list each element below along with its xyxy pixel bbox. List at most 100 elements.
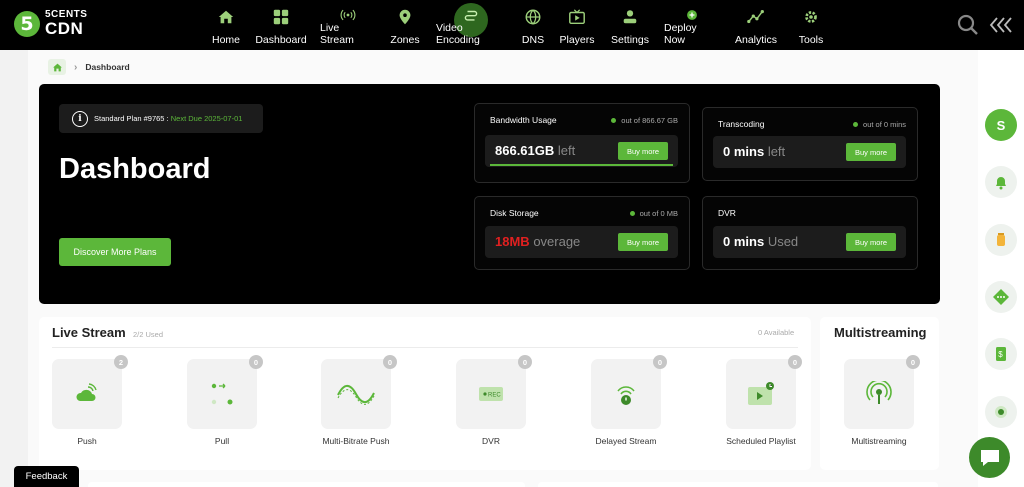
messages-button[interactable]: [985, 281, 1017, 313]
billing-button[interactable]: [985, 224, 1017, 256]
transcoding-unit: left: [767, 144, 786, 159]
scheduled-playlist-count-badge: 0: [788, 355, 802, 369]
dvr-tile[interactable]: 0 REC: [456, 355, 532, 429]
pull-label: Pull: [214, 436, 230, 446]
bandwidth-card: Bandwidth Usage out of 866.67 GB 866.61G…: [474, 103, 690, 183]
brand-logo[interactable]: 5 5CENTS CDN: [14, 10, 87, 37]
status-button[interactable]: [985, 396, 1017, 428]
push-tile[interactable]: 2: [52, 355, 128, 429]
scheduled-playlist-icon: [748, 382, 774, 405]
delayed-stream-count-badge: 0: [653, 355, 667, 369]
notifications-button[interactable]: [985, 166, 1017, 198]
nav-zones[interactable]: Zones: [389, 8, 421, 46]
multistreaming-count-badge: 0: [906, 355, 920, 369]
target-dot-icon: [995, 406, 1007, 418]
page-title: Dashboard: [59, 153, 211, 185]
dvr-buy-more-button[interactable]: Buy more: [846, 233, 896, 251]
collapse-chevrons-icon[interactable]: [989, 16, 1013, 34]
bandwidth-progress-fill: [490, 164, 673, 166]
bell-icon: [996, 177, 1006, 190]
breadcrumb-current: Dashboard: [85, 62, 130, 72]
feedback-button[interactable]: Feedback: [14, 466, 79, 487]
plus-circle-icon: [687, 10, 697, 20]
push-label: Push: [77, 436, 97, 446]
lower-panel-left: [88, 482, 525, 487]
dollar-bill-icon: $: [996, 347, 1006, 361]
transcoding-value: 0 mins: [723, 144, 765, 159]
nav-dashboard[interactable]: Dashboard: [255, 8, 307, 46]
push-count-badge: 2: [114, 355, 128, 369]
disk-title: Disk Storage: [490, 208, 539, 218]
globe-icon: [525, 9, 541, 25]
nav-dns[interactable]: DNS: [520, 8, 546, 46]
location-pin-icon: [399, 9, 411, 25]
status-dot: [629, 211, 635, 216]
nav-deploy-now[interactable]: Deploy Now: [664, 8, 720, 46]
disk-storage-card: Disk Storage out of 0 MB 18MB overage Bu…: [474, 196, 690, 270]
multistreaming-label: Multistreaming: [851, 436, 907, 446]
dvr-unit: Used: [767, 234, 799, 249]
analytics-line-icon: [747, 9, 764, 24]
settings-user-icon: [623, 10, 637, 24]
push-cloud-icon: [76, 383, 97, 401]
nav-tools[interactable]: Tools: [795, 8, 827, 46]
disk-buy-more-button[interactable]: Buy more: [618, 233, 668, 251]
multi-bitrate-push-tile[interactable]: 0: [321, 355, 397, 429]
lower-panel-right: [538, 482, 938, 487]
chat-bubble-icon: [980, 449, 999, 466]
tools-gear-icon: [805, 11, 817, 23]
live-stream-title: Live Stream: [52, 325, 126, 340]
nav-analytics[interactable]: Analytics: [733, 8, 779, 46]
bandwidth-buy-more-button[interactable]: Buy more: [618, 142, 668, 160]
live-stream-available: 0 Available: [758, 328, 795, 337]
multi-bitrate-wave-icon: [337, 384, 375, 405]
dashboard-grid-icon: [273, 9, 289, 25]
bandwidth-title: Bandwidth Usage: [490, 115, 557, 125]
nav-settings[interactable]: Settings: [610, 8, 650, 46]
nav-home[interactable]: Home: [210, 8, 242, 46]
multi-bitrate-count-badge: 0: [383, 355, 397, 369]
nav-players[interactable]: Players: [560, 8, 595, 46]
dvr-rec-icon: REC: [479, 387, 503, 401]
svg-text:REC: REC: [488, 393, 501, 399]
live-chat-button[interactable]: [969, 437, 1010, 478]
discover-plans-button[interactable]: Discover More Plans: [59, 238, 171, 266]
top-navigation-bar: 5 5CENTS CDN Home Dashboard Live Stream …: [0, 0, 1024, 50]
disk-meta: out of 0 MB: [639, 209, 678, 218]
transcoding-card: Transcoding out of 0 mins 0 mins left Bu…: [702, 107, 918, 181]
live-stream-used: 2/2 Used: [133, 330, 164, 339]
divider: [52, 347, 798, 348]
pull-dots-icon: [211, 383, 233, 405]
breadcrumb: › Dashboard: [48, 59, 130, 75]
bandwidth-meta: out of 866.67 GB: [621, 116, 678, 125]
pull-tile[interactable]: 0: [187, 355, 263, 429]
breadcrumb-separator: ›: [74, 61, 78, 73]
plan-info-pill: i Standard Plan #9765 : Next Due 2025-07…: [59, 104, 263, 133]
chat-dots-icon: [993, 289, 1009, 305]
delayed-stream-tile[interactable]: 0: [591, 355, 667, 429]
nav-live-stream[interactable]: Live Stream: [320, 8, 376, 46]
multistreaming-title: Multistreaming: [834, 325, 927, 340]
breadcrumb-home-icon[interactable]: [48, 59, 66, 75]
right-rail: S $: [978, 50, 1024, 487]
home-icon: [218, 10, 234, 24]
nav-video-encoding[interactable]: Video Encoding: [436, 3, 506, 46]
status-dot: [853, 122, 859, 127]
coin-jar-icon: [997, 233, 1005, 246]
broadcast-icon: [340, 9, 356, 21]
delayed-stream-label: Delayed Stream: [595, 436, 657, 446]
multistreaming-tile[interactable]: 0: [844, 355, 920, 429]
avatar[interactable]: S: [985, 109, 1017, 141]
status-dot: [611, 118, 617, 123]
svg-text:$: $: [998, 350, 1003, 359]
payments-button[interactable]: $: [985, 338, 1017, 370]
bandwidth-value: 866.61GB: [495, 143, 555, 158]
transcoding-buy-more-button[interactable]: Buy more: [846, 143, 896, 161]
scheduled-playlist-tile[interactable]: 0: [726, 355, 802, 429]
bandwidth-progress-bar: [490, 164, 673, 166]
search-icon[interactable]: [956, 13, 980, 37]
logo-line2: CDN: [45, 19, 84, 38]
info-icon: i: [72, 110, 88, 127]
transcoding-meta: out of 0 mins: [863, 120, 906, 129]
bandwidth-unit: left: [557, 143, 576, 158]
